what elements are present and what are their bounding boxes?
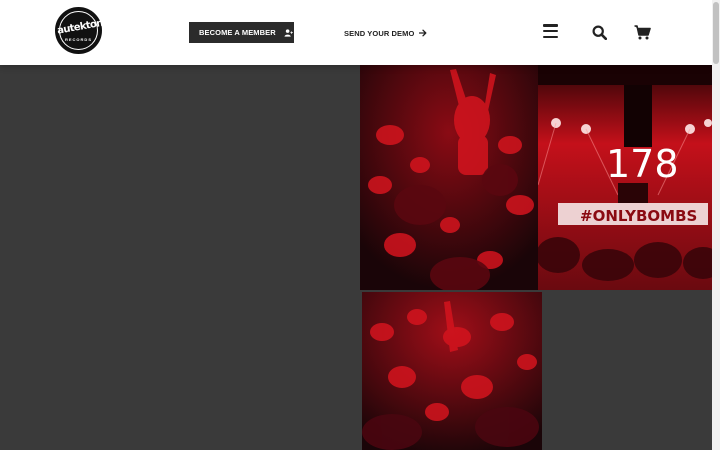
- scrollbar-track[interactable]: [712, 0, 720, 450]
- send-demo-link[interactable]: SEND YOUR DEMO: [344, 27, 427, 39]
- hamburger-menu-icon[interactable]: [543, 24, 558, 39]
- menu-bar: [543, 24, 558, 27]
- menu-bar: [543, 29, 558, 33]
- stage-banner-text: #ONLYBOMBS: [580, 207, 697, 225]
- menu-bar: [543, 35, 558, 39]
- crowd-dancing-photo[interactable]: [362, 292, 542, 450]
- scrollbar-thumb[interactable]: [713, 2, 719, 64]
- search-icon[interactable]: [592, 25, 607, 40]
- become-member-button[interactable]: BECOME A MEMBER: [189, 22, 294, 43]
- site-header: autektone RECORDS BECOME A MEMBER SEND Y…: [0, 0, 712, 65]
- shopping-cart-icon[interactable]: [634, 25, 651, 40]
- user-plus-icon: [284, 28, 293, 37]
- send-demo-label: SEND YOUR DEMO: [344, 28, 415, 38]
- stage-number-text: 178: [606, 142, 679, 186]
- become-member-label: BECOME A MEMBER: [199, 28, 276, 37]
- autektone-records-logo[interactable]: autektone RECORDS: [55, 7, 110, 54]
- crowd-hands-raised-photo[interactable]: [360, 65, 538, 290]
- arrow-right-icon: [419, 29, 427, 37]
- logo-subtext: RECORDS: [64, 37, 92, 42]
- stage-dj-photo[interactable]: 178 #ONLYBOMBS: [538, 65, 718, 290]
